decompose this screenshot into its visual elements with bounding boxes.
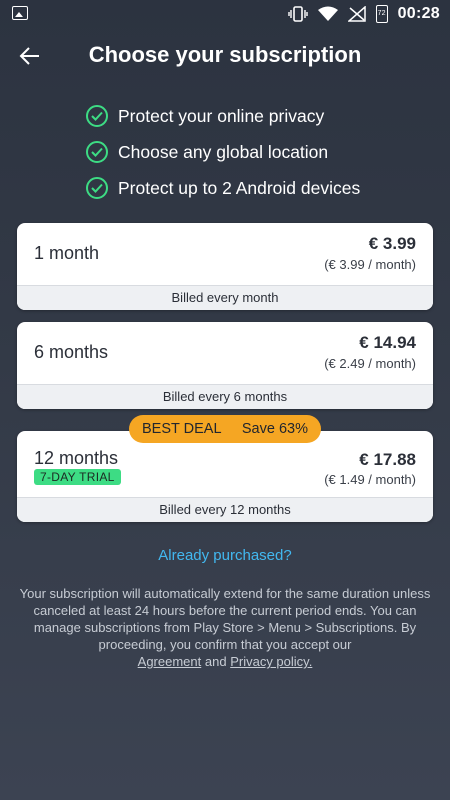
- trial-badge: 7-DAY TRIAL: [34, 469, 121, 485]
- plan-card-1-month[interactable]: 1 month € 3.99 (€ 3.99 / month) Billed e…: [17, 223, 433, 310]
- plan-price: € 14.94: [359, 333, 416, 352]
- feature-list: Protect your online privacy Choose any g…: [86, 98, 360, 206]
- best-deal-label: BEST DEAL: [142, 421, 222, 437]
- plan-card-6-months[interactable]: 6 months € 14.94 (€ 2.49 / month) Billed…: [17, 322, 433, 409]
- check-circle-icon: [86, 141, 108, 163]
- status-icons: 72 00:28: [287, 4, 440, 24]
- savings-label: Save 63%: [241, 421, 308, 437]
- plan-price: € 17.88: [359, 450, 416, 469]
- plan-card-12-months[interactable]: 12 months 7-DAY TRIAL € 17.88 (€ 1.49 / …: [17, 431, 433, 522]
- agreement-link[interactable]: Agreement: [138, 654, 202, 669]
- feature-label: Protect up to 2 Android devices: [118, 177, 361, 198]
- feature-label: Choose any global location: [118, 141, 329, 162]
- feature-item: Choose any global location: [86, 134, 360, 170]
- status-time: 00:28: [397, 5, 440, 22]
- signal-icon: [347, 6, 366, 22]
- check-circle-icon: [86, 105, 108, 127]
- plan-duration: 6 months: [34, 342, 109, 362]
- plan-billing-info: Billed every 6 months: [17, 384, 433, 409]
- plan-monthly-price: (€ 2.49 / month): [324, 356, 416, 371]
- status-bar: 72 00:28: [0, 0, 450, 28]
- feature-label: Protect your online privacy: [118, 105, 325, 126]
- plan-duration: 12 months: [34, 448, 119, 468]
- plan-price: € 3.99: [368, 234, 416, 253]
- check-circle-icon: [86, 177, 108, 199]
- legal-body: Your subscription will automatically ext…: [19, 586, 431, 652]
- image-notification-icon: [12, 6, 28, 20]
- legal-text: Your subscription will automatically ext…: [18, 585, 432, 670]
- feature-item: Protect your online privacy: [86, 98, 360, 134]
- best-deal-badge: BEST DEAL Save 63%: [129, 415, 321, 443]
- battery-icon: 72: [375, 5, 388, 23]
- plan-monthly-price: (€ 3.99 / month): [324, 257, 416, 272]
- header: Choose your subscription: [0, 30, 450, 80]
- feature-item: Protect up to 2 Android devices: [86, 170, 360, 206]
- plan-billing-info: Billed every month: [17, 285, 433, 310]
- vibrate-icon: [287, 6, 308, 22]
- plan-billing-info: Billed every 12 months: [17, 497, 433, 522]
- plan-duration: 1 month: [34, 243, 100, 263]
- plan-monthly-price: (€ 1.49 / month): [324, 472, 416, 487]
- legal-and: and: [204, 654, 227, 669]
- wifi-icon: [317, 6, 338, 21]
- already-purchased-link[interactable]: Already purchased?: [0, 547, 450, 564]
- page-title: Choose your subscription: [88, 42, 362, 67]
- privacy-policy-link[interactable]: Privacy policy.: [230, 654, 312, 669]
